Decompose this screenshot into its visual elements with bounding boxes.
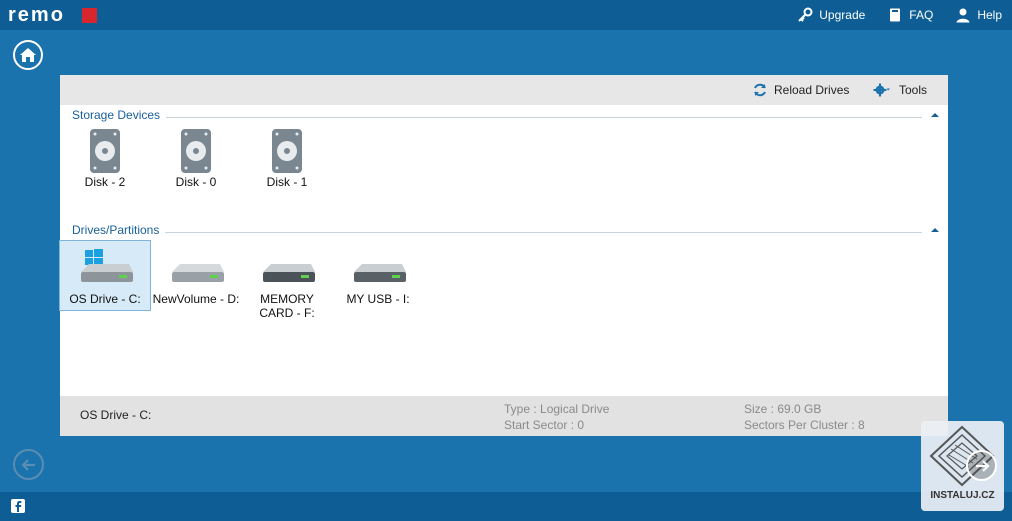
help-link[interactable]: Help: [955, 7, 1002, 23]
drive-tile[interactable]: MEMORY CARD - F:: [242, 241, 332, 320]
drive-icon: [354, 264, 406, 282]
watermark-text: INSTALUJ.CZ: [930, 490, 995, 501]
upgrade-label: Upgrade: [819, 8, 866, 22]
remo-logo: remo: [8, 5, 97, 25]
book-icon: [890, 8, 901, 22]
upgrade-link[interactable]: Upgrade: [797, 7, 865, 23]
next-button[interactable]: [966, 450, 997, 481]
key-icon: [798, 7, 813, 22]
reload-drives-button[interactable]: Reload Drives: [752, 75, 849, 105]
drive-tile-selected[interactable]: OS Drive - C:: [59, 240, 151, 311]
gear-icon: [873, 83, 890, 97]
drive-label: NewVolume - D:: [152, 292, 240, 306]
help-label: Help: [977, 8, 1002, 22]
tools-label: Tools: [899, 83, 928, 97]
storage-device-tile[interactable]: Disk - 1: [242, 127, 332, 189]
refresh-icon: [754, 83, 766, 97]
drive-label: MEMORY CARD - F:: [259, 292, 315, 320]
top-bar: remo Upgrade FAQ Help: [0, 0, 1012, 30]
facebook-glyph: [15, 501, 22, 512]
chevron-up-icon[interactable]: [930, 225, 940, 235]
back-button[interactable]: [13, 449, 44, 480]
facebook-icon[interactable]: [11, 499, 25, 513]
drive-size: Size : 69.0 GB: [744, 402, 822, 416]
windows-drive-icon: [81, 249, 133, 282]
chevron-up-icon[interactable]: [930, 110, 940, 120]
toolbar: Reload Drives Tools: [60, 75, 948, 105]
sectors-per-cluster: Sectors Per Cluster : 8: [744, 418, 865, 432]
partitions-section-title: Drives/Partitions: [72, 223, 166, 237]
arrow-right-icon: [975, 459, 990, 472]
section-divider: [72, 117, 922, 118]
home-icon: [20, 48, 36, 62]
tools-button[interactable]: Tools: [871, 75, 927, 105]
storage-section-title: Storage Devices: [72, 108, 167, 122]
start-sector: Start Sector : 0: [504, 418, 585, 432]
device-label: Disk - 0: [175, 175, 217, 189]
reload-drives-label: Reload Drives: [774, 83, 850, 97]
home-button[interactable]: [13, 40, 43, 70]
user-icon: [956, 8, 970, 23]
hard-disk-icon: [90, 129, 120, 173]
storage-device-tile[interactable]: Disk - 0: [151, 127, 241, 189]
hard-disk-icon: [272, 129, 302, 173]
device-label: Disk - 2: [84, 175, 126, 189]
selected-drive-name: OS Drive - C:: [80, 408, 152, 422]
faq-link[interactable]: FAQ: [887, 7, 933, 23]
drive-info-bar: OS Drive - C: Type : Logical Drive Start…: [60, 396, 948, 436]
drive-icon: [263, 264, 315, 282]
section-divider: [72, 232, 922, 233]
faq-label: FAQ: [909, 8, 934, 22]
storage-section-header: Storage Devices: [72, 108, 940, 124]
drive-label: MY USB - I:: [346, 292, 410, 306]
device-label: Disk - 1: [266, 175, 308, 189]
partitions-section-header: Drives/Partitions: [72, 223, 940, 239]
arrow-left-icon: [20, 458, 35, 471]
storage-device-tile[interactable]: Disk - 2: [60, 127, 150, 189]
drive-type: Type : Logical Drive: [504, 402, 610, 416]
drive-icon: [172, 264, 224, 282]
svg-text:remo: remo: [8, 5, 65, 25]
hard-disk-icon: [181, 129, 211, 173]
drive-label: OS Drive - C:: [69, 292, 141, 306]
drive-tile[interactable]: NewVolume - D:: [151, 241, 241, 306]
bottom-bar: [0, 492, 1012, 521]
drive-tile[interactable]: MY USB - I:: [333, 241, 423, 306]
drive-panel: Reload Drives Tools Storage Devices Disk…: [59, 75, 948, 436]
